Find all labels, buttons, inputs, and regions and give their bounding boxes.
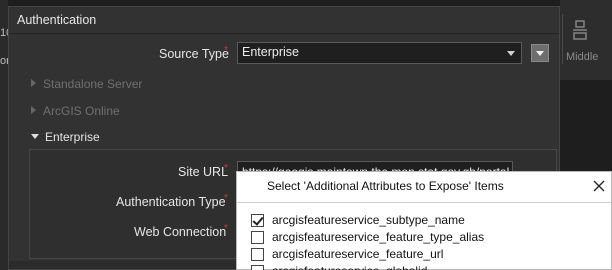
- required-marker: *: [224, 163, 228, 174]
- group-arcgis-online[interactable]: ArcGIS Online: [31, 104, 120, 118]
- site-url-label: Site URL: [178, 165, 229, 179]
- group-standalone-server[interactable]: Standalone Server: [31, 77, 142, 91]
- close-icon[interactable]: [591, 178, 607, 194]
- checkbox[interactable]: [251, 231, 264, 244]
- list-item-label: arcgisfeatureservice_feature_type_alias: [272, 230, 485, 244]
- chevron-down-icon: [536, 51, 544, 56]
- title-divider: [9, 33, 559, 34]
- source-type-menu-button[interactable]: [531, 44, 549, 62]
- group-enterprise[interactable]: Enterprise: [31, 130, 100, 144]
- dialog-title: Authentication: [17, 13, 97, 27]
- source-type-value: Enterprise: [242, 45, 299, 59]
- required-marker: *: [224, 223, 228, 234]
- popup-divider: [237, 202, 611, 203]
- align-middle-label: Middle: [566, 51, 599, 63]
- collapse-arrow-icon: [31, 134, 39, 139]
- list-item-label: arcgisfeatureservice_globalid: [272, 264, 427, 270]
- select-attributes-popup: Select 'Additional Attributes to Expose'…: [236, 171, 612, 270]
- required-marker: *: [224, 193, 228, 204]
- background-ribbon: [560, 0, 612, 80]
- checkbox[interactable]: [251, 248, 264, 261]
- expand-arrow-icon: [31, 106, 36, 114]
- popup-title: Select 'Additional Attributes to Expose'…: [267, 179, 504, 193]
- group-label: ArcGIS Online: [43, 104, 120, 118]
- group-label: Enterprise: [45, 130, 100, 144]
- background-app: [0, 0, 8, 270]
- authentication-type-label: Authentication Type: [116, 195, 226, 209]
- group-label: Standalone Server: [43, 77, 143, 91]
- source-type-dropdown[interactable]: Enterprise: [237, 42, 522, 64]
- attribute-list: arcgisfeatureservice_subtype_name arcgis…: [237, 207, 611, 270]
- chevron-down-icon: [507, 51, 515, 56]
- list-item-label: arcgisfeatureservice_feature_url: [272, 247, 444, 261]
- list-item-label: arcgisfeatureservice_subtype_name: [272, 213, 465, 227]
- web-connection-label: Web Connection: [134, 225, 227, 239]
- required-marker: *: [224, 45, 228, 56]
- expand-arrow-icon: [31, 79, 36, 87]
- align-middle-icon: [573, 20, 587, 40]
- checkbox[interactable]: [251, 265, 264, 270]
- checkbox-checked[interactable]: [251, 214, 264, 227]
- source-type-label: Source Type: [159, 47, 229, 61]
- popup-titlebar: Select 'Additional Attributes to Expose'…: [237, 172, 611, 201]
